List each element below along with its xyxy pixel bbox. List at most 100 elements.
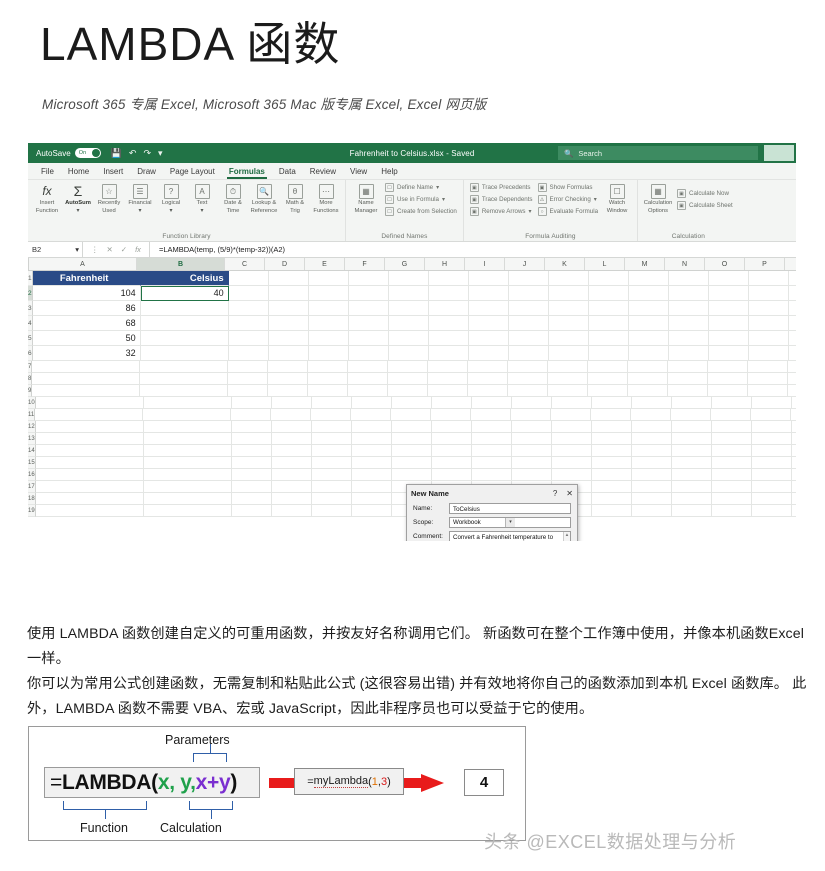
chevron-down-icon[interactable]: ▾	[75, 245, 79, 254]
formula-bar-menu-icon[interactable]: ⋮	[91, 245, 99, 254]
column-header-d[interactable]: D	[265, 258, 305, 270]
cell-b1[interactable]: Celsius	[140, 271, 229, 286]
autosum-caret[interactable]: ▾	[77, 208, 80, 215]
table-row[interactable]: 4 68	[28, 316, 796, 331]
calculate-now-button[interactable]: ▣ Calculate Now	[675, 188, 735, 199]
column-header-c[interactable]: C	[225, 258, 265, 270]
tab-file[interactable]: File	[34, 165, 61, 179]
redo-icon[interactable]: ↷	[143, 148, 151, 159]
help-icon[interactable]: ?	[553, 489, 557, 498]
table-row[interactable]: 15	[28, 457, 796, 469]
scroll-up-icon[interactable]: ▲	[565, 532, 569, 537]
table-row[interactable]: 11	[28, 409, 796, 421]
cell-a6[interactable]: 32	[32, 346, 141, 361]
chevron-down-icon[interactable]: ▾	[505, 517, 515, 527]
tab-review[interactable]: Review	[303, 165, 343, 179]
column-header-j[interactable]: J	[505, 258, 545, 270]
cell-a1[interactable]: Fahrenheit	[32, 271, 141, 286]
check-icon[interactable]: ✓	[121, 245, 127, 254]
table-row[interactable]: 7	[28, 361, 796, 373]
logical-caret[interactable]: ▾	[170, 208, 173, 215]
row-header-19[interactable]: 19	[28, 505, 36, 517]
column-header-o[interactable]: O	[705, 258, 745, 270]
autosum-button[interactable]: Σ AutoSum ▾	[63, 182, 93, 214]
row-header-18[interactable]: 18	[28, 493, 36, 505]
column-header-n[interactable]: N	[665, 258, 705, 270]
scope-select[interactable]: Workbook ▾	[449, 516, 571, 528]
spreadsheet-grid[interactable]: A B C D E F G H I J K L M N O P Q 1 Fahr…	[28, 258, 796, 541]
calculate-sheet-button[interactable]: ▣ Calculate Sheet	[675, 200, 735, 211]
table-row[interactable]: 13	[28, 433, 796, 445]
row-header-11[interactable]: 11	[28, 409, 36, 421]
math-trig-button[interactable]: θ Math & Trig	[280, 182, 310, 214]
customize-qat-icon[interactable]: ▾	[158, 148, 163, 159]
use-in-formula-caret[interactable]: ▾	[442, 196, 445, 203]
column-header-b[interactable]: B	[137, 258, 225, 270]
table-row[interactable]: 12	[28, 421, 796, 433]
calculation-options-button[interactable]: ▦ Calculation Options	[642, 182, 674, 214]
fx-icon[interactable]: fx	[135, 245, 141, 254]
comment-textarea[interactable]: Convert a Fahrenheit temperature to Cels…	[449, 530, 571, 541]
table-row[interactable]: 8	[28, 373, 796, 385]
row-header-16[interactable]: 16	[28, 469, 36, 481]
watch-window-button[interactable]: ☐ Watch Window	[601, 182, 633, 214]
name-input[interactable]: ToCelsius	[449, 502, 571, 514]
column-headers[interactable]: A B C D E F G H I J K L M N O P Q	[28, 258, 796, 271]
table-row[interactable]: 14	[28, 445, 796, 457]
define-name-button[interactable]: ☐ Define Name ▾	[383, 182, 459, 193]
financial-caret[interactable]: ▾	[139, 208, 142, 215]
text-caret[interactable]: ▾	[201, 208, 204, 215]
row-header-10[interactable]: 10	[28, 397, 36, 409]
row-header-13[interactable]: 13	[28, 433, 36, 445]
comment-scrollbar[interactable]: ▲ ▼	[563, 531, 570, 541]
column-header-q[interactable]: Q	[785, 258, 796, 270]
trace-precedents-button[interactable]: ▣ Trace Precedents	[468, 182, 535, 193]
text-button[interactable]: A Text ▾	[187, 182, 217, 214]
name-box[interactable]: B2 ▾	[28, 242, 83, 257]
cell-a5[interactable]: 50	[32, 331, 141, 346]
table-row[interactable]: 6 32	[28, 346, 796, 361]
cell-b5[interactable]	[140, 331, 229, 346]
name-manager-button[interactable]: ▦ Name Manager	[350, 182, 382, 214]
column-header-p[interactable]: P	[745, 258, 785, 270]
column-header-i[interactable]: I	[465, 258, 505, 270]
save-icon[interactable]: 💾	[111, 148, 122, 159]
column-header-m[interactable]: M	[625, 258, 665, 270]
tab-formulas[interactable]: Formulas	[222, 165, 272, 179]
column-header-g[interactable]: G	[385, 258, 425, 270]
date-time-button[interactable]: ⏱ Date & Time	[218, 182, 248, 214]
select-all-corner[interactable]	[28, 258, 29, 270]
column-header-h[interactable]: H	[425, 258, 465, 270]
column-header-k[interactable]: K	[545, 258, 585, 270]
cell-b4[interactable]	[140, 316, 229, 331]
tab-home[interactable]: Home	[61, 165, 96, 179]
video-player-frame[interactable]: AutoSave On 💾 ↶ ↷ ▾ Fahrenheit to Celsiu…	[28, 143, 796, 595]
cell-a2[interactable]: 104	[32, 286, 141, 301]
table-row[interactable]: 16	[28, 469, 796, 481]
quick-access-toolbar[interactable]: 💾 ↶ ↷ ▾	[111, 148, 163, 159]
table-row[interactable]: 10	[28, 397, 796, 409]
show-formulas-button[interactable]: ▣ Show Formulas	[536, 182, 601, 193]
trace-dependents-button[interactable]: ▣ Trace Dependents	[468, 194, 535, 205]
logical-button[interactable]: ? Logical ▾	[156, 182, 186, 214]
more-functions-button[interactable]: ⋯ More Functions	[311, 182, 341, 214]
row-header-14[interactable]: 14	[28, 445, 36, 457]
tab-help[interactable]: Help	[374, 165, 404, 179]
cell-a4[interactable]: 68	[32, 316, 141, 331]
new-name-dialog[interactable]: New Name ? ✕ Name: ToCelsius Scope: Work…	[406, 484, 578, 541]
row-header-17[interactable]: 17	[28, 481, 36, 493]
lookup-reference-button[interactable]: 🔍 Lookup & Reference	[249, 182, 279, 214]
evaluate-formula-button[interactable]: ○ Evaluate Formula	[536, 206, 601, 217]
formula-bar[interactable]: B2 ▾ ⋮ ✕ ✓ fx =LAMBDA(temp, (5/9)*(temp-…	[28, 242, 796, 258]
autosave-switch[interactable]: On	[74, 148, 101, 158]
remove-arrows-caret[interactable]: ▾	[529, 208, 532, 215]
row-header-15[interactable]: 15	[28, 457, 36, 469]
column-header-e[interactable]: E	[305, 258, 345, 270]
tab-insert[interactable]: Insert	[96, 165, 130, 179]
recently-used-button[interactable]: ☆ Recently Used	[94, 182, 124, 214]
column-header-f[interactable]: F	[345, 258, 385, 270]
error-checking-caret[interactable]: ▾	[594, 196, 597, 203]
tab-draw[interactable]: Draw	[130, 165, 163, 179]
table-row[interactable]: 5 50	[28, 331, 796, 346]
insert-function-button[interactable]: fx Insert Function	[32, 182, 62, 214]
